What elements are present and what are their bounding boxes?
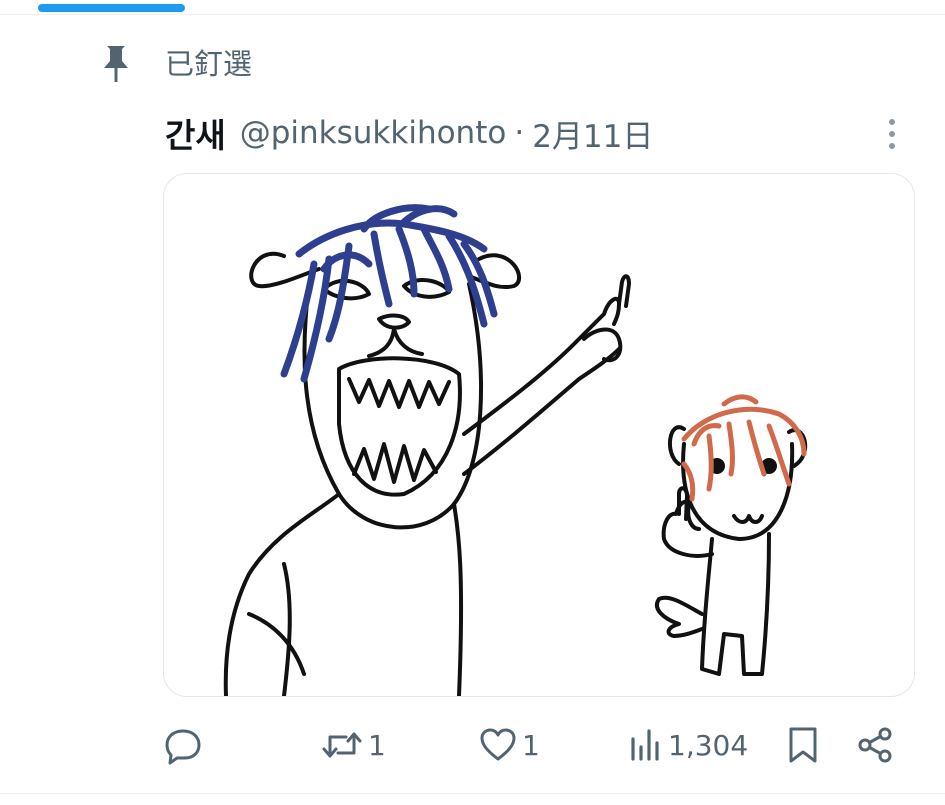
heart-icon [480, 728, 516, 761]
header-separator: · [514, 115, 525, 151]
drawing-image [223, 204, 808, 696]
top-divider [0, 14, 945, 15]
retweet-button[interactable]: 1 [320, 720, 386, 770]
retweet-count: 1 [368, 728, 386, 762]
like-button[interactable]: 1 [478, 720, 540, 770]
more-vertical-icon [889, 119, 895, 125]
pin-icon [104, 46, 128, 82]
active-tab-indicator [38, 4, 185, 12]
bookmark-icon [789, 727, 817, 763]
share-button[interactable] [855, 720, 895, 770]
share-icon [858, 727, 892, 763]
author-display-name[interactable]: 간새 [165, 109, 226, 157]
bottom-divider [0, 793, 945, 794]
reply-icon [165, 729, 201, 765]
tweet-page: 已釘選 간새 @pinksukkihonto · 2月11日 1 1 1,304 [0, 0, 945, 805]
retweet-icon [322, 732, 362, 758]
tweet-header: 간새 @pinksukkihonto · 2月11日 [165, 110, 653, 156]
tweet-media[interactable] [163, 173, 915, 697]
reply-button[interactable] [163, 720, 207, 770]
more-options-button[interactable] [872, 112, 912, 156]
pinned-label: 已釘選 [165, 47, 253, 81]
bookmark-button[interactable] [785, 720, 821, 770]
views-button[interactable]: 1,304 [628, 720, 748, 770]
like-count: 1 [522, 728, 540, 762]
author-handle[interactable]: @pinksukkihonto [240, 115, 507, 151]
tweet-date[interactable]: 2月11日 [532, 111, 653, 156]
views-icon [631, 729, 659, 761]
views-count: 1,304 [668, 728, 749, 762]
